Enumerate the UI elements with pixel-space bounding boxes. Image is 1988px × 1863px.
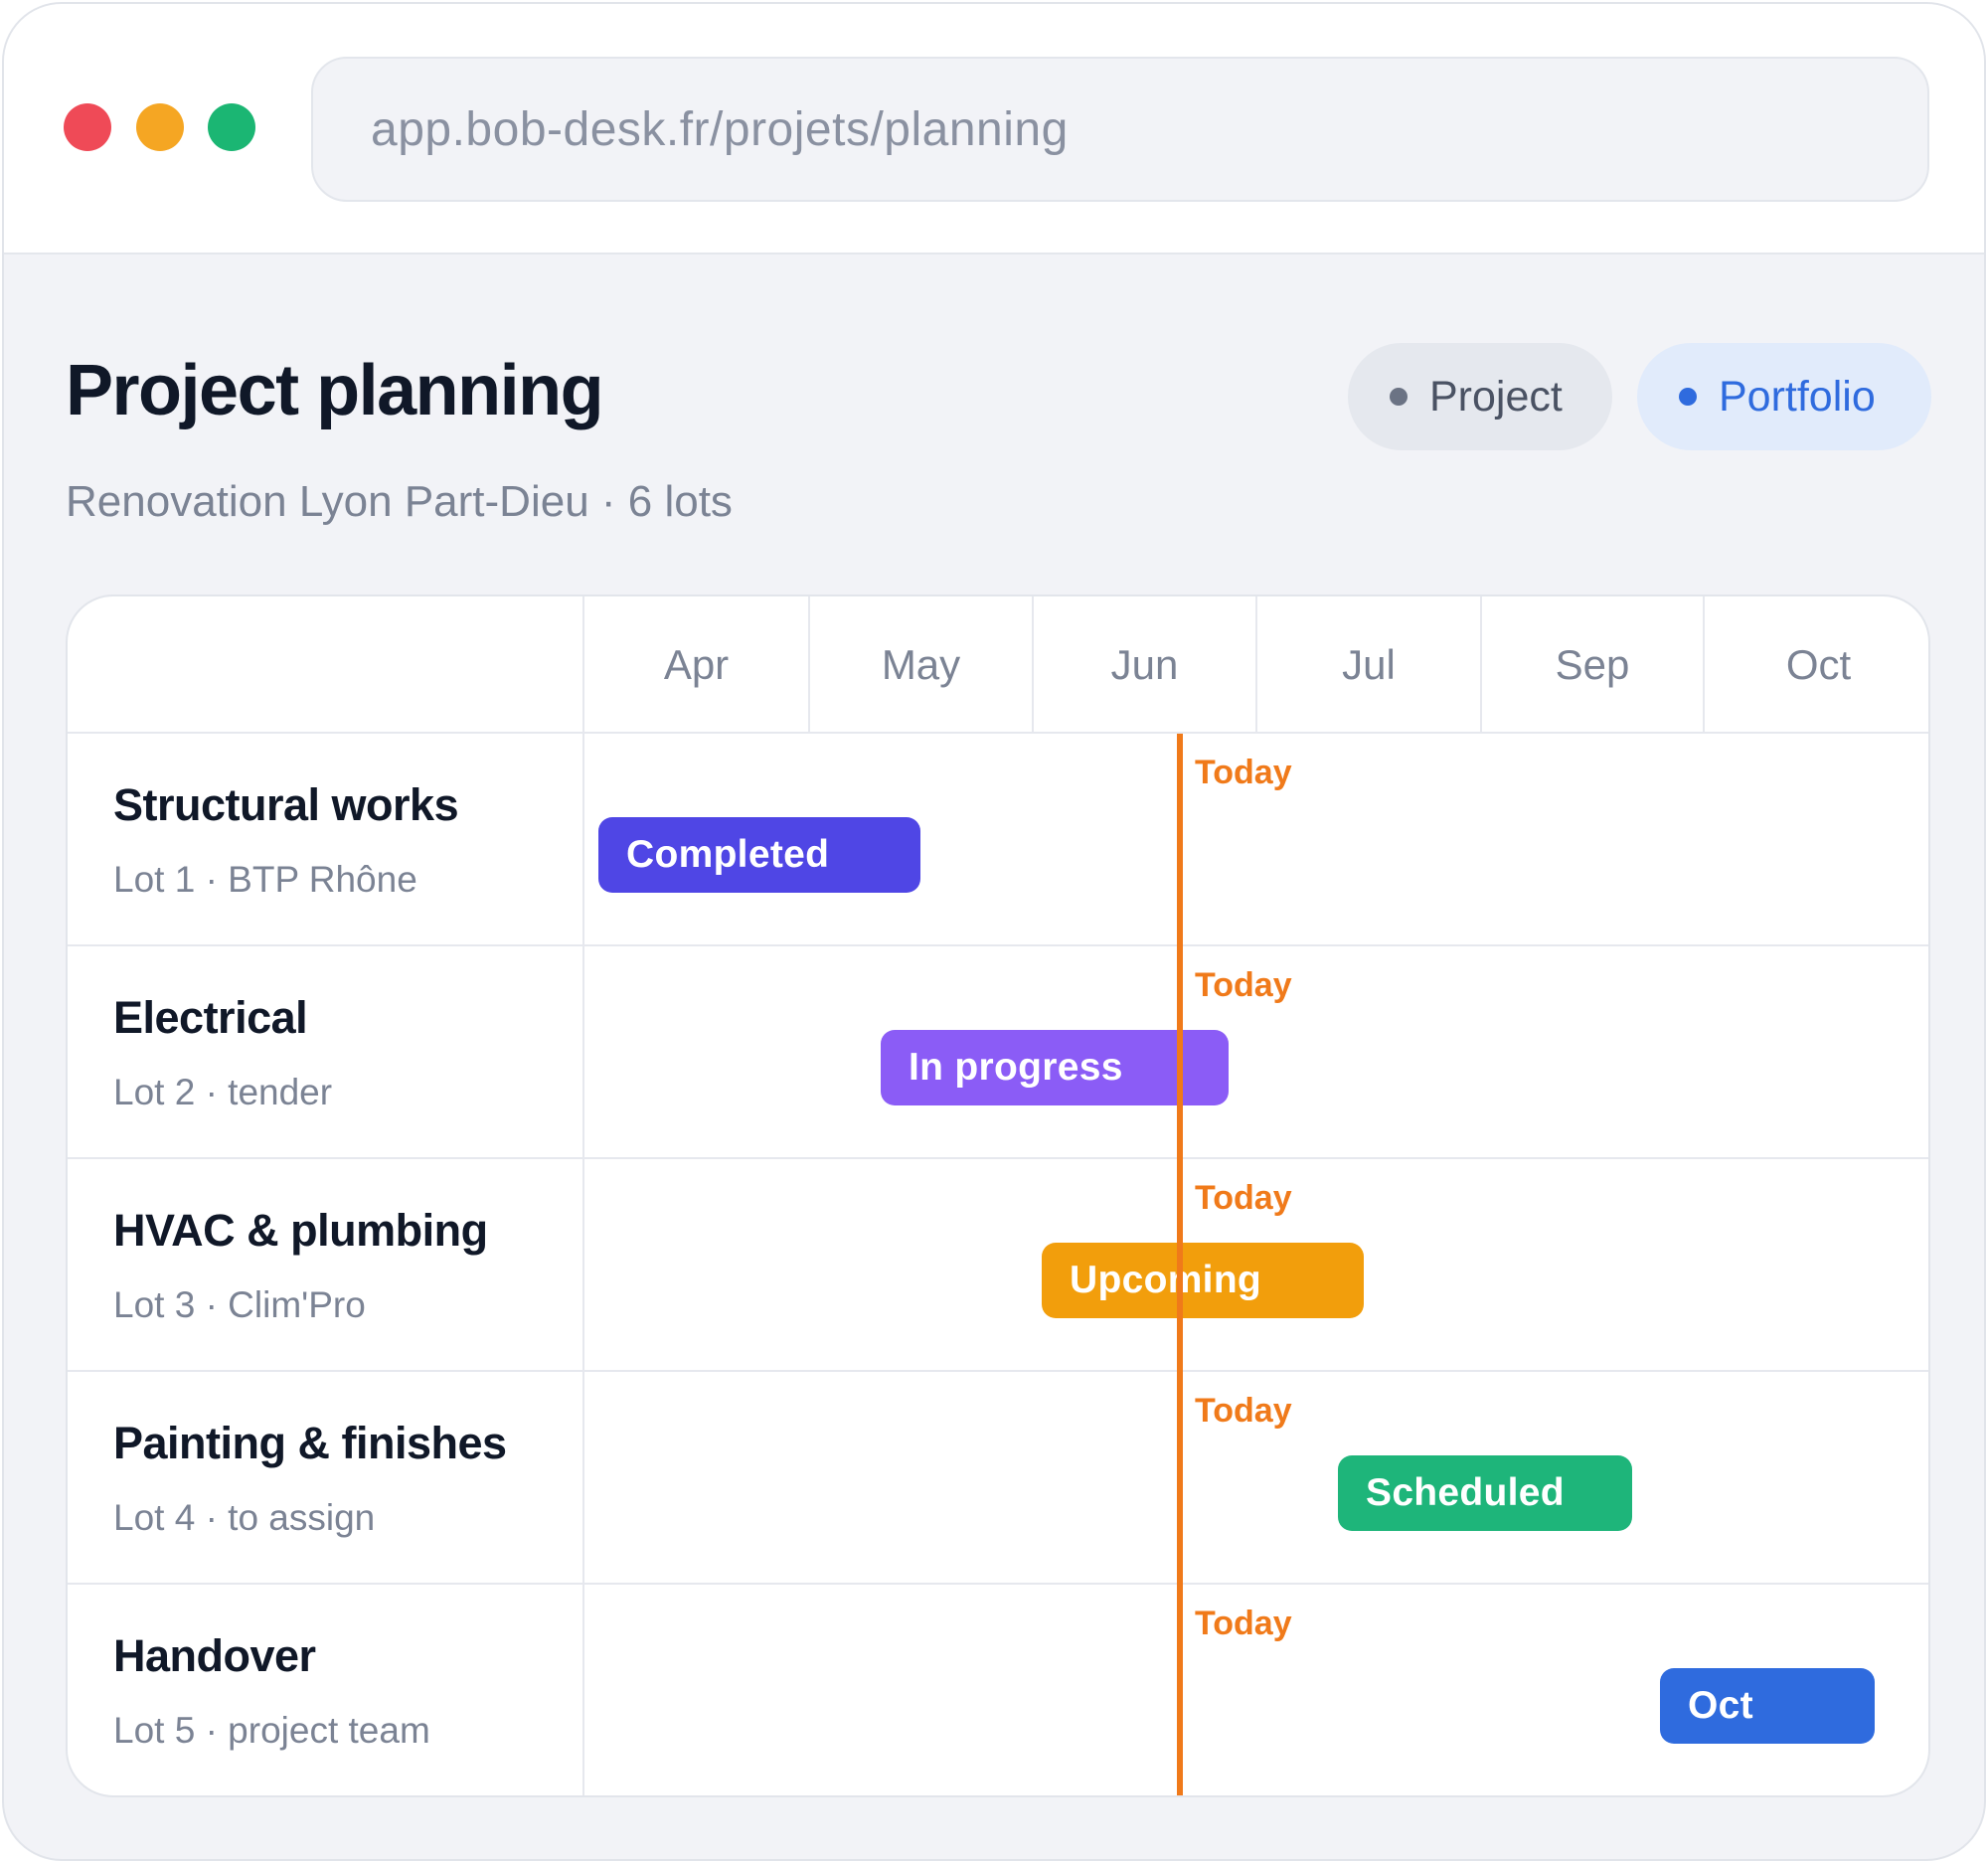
- row-title: Electrical: [113, 992, 308, 1043]
- gantt-row[interactable]: Electrical Lot 2 · tender Today In progr…: [68, 946, 1928, 1159]
- today-marker-line: [1177, 734, 1183, 1795]
- gantt-header: Apr May Jun Jul Sep Oct: [68, 596, 1928, 734]
- dot-icon: [1679, 388, 1697, 406]
- view-toggle-label: Project: [1429, 372, 1563, 421]
- close-window-button[interactable]: [64, 103, 111, 151]
- row-title: HVAC & plumbing: [113, 1205, 488, 1256]
- browser-window: app.bob-desk.fr/projets/planning Project…: [2, 2, 1986, 1861]
- month-header: Sep: [1480, 596, 1703, 734]
- dot-icon: [1390, 388, 1408, 406]
- today-label: Today: [1195, 1179, 1292, 1217]
- view-toggle-project[interactable]: Project: [1348, 343, 1612, 450]
- today-label: Today: [1195, 1392, 1292, 1430]
- gantt-row[interactable]: HVAC & plumbing Lot 3 · Clim'Pro Today U…: [68, 1159, 1928, 1372]
- page-title: Project planning: [66, 351, 604, 430]
- minimize-window-button[interactable]: [136, 103, 184, 151]
- row-title: Structural works: [113, 779, 459, 830]
- today-label: Today: [1195, 1605, 1292, 1642]
- today-label: Today: [1195, 966, 1292, 1004]
- today-label: Today: [1195, 754, 1292, 791]
- row-subtitle: Lot 4 · to assign: [113, 1497, 376, 1538]
- gantt-chart: Apr May Jun Jul Sep Oct Structural works…: [66, 594, 1930, 1797]
- month-header: Jun: [1032, 596, 1255, 734]
- row-title: Handover: [113, 1630, 316, 1681]
- month-header: Oct: [1703, 596, 1928, 734]
- task-bar[interactable]: Upcoming: [1042, 1243, 1364, 1318]
- address-bar[interactable]: app.bob-desk.fr/projets/planning: [311, 57, 1929, 202]
- page-subtitle: Renovation Lyon Part-Dieu · 6 lots: [66, 477, 733, 526]
- address-bar-url: app.bob-desk.fr/projets/planning: [371, 102, 1069, 156]
- maximize-window-button[interactable]: [208, 103, 255, 151]
- browser-titlebar: app.bob-desk.fr/projets/planning: [4, 4, 1984, 254]
- row-subtitle: Lot 1 · BTP Rhône: [113, 859, 417, 900]
- gantt-row[interactable]: Handover Lot 5 · project team Today Oct: [68, 1585, 1928, 1795]
- month-header: Jul: [1255, 596, 1480, 734]
- task-bar[interactable]: Oct: [1660, 1668, 1875, 1744]
- view-toggle-portfolio[interactable]: Portfolio: [1637, 343, 1931, 450]
- task-bar[interactable]: Completed: [598, 817, 920, 893]
- gantt-row[interactable]: Painting & finishes Lot 4 · to assign To…: [68, 1372, 1928, 1585]
- row-title: Painting & finishes: [113, 1418, 507, 1468]
- row-subtitle: Lot 5 · project team: [113, 1710, 430, 1751]
- row-subtitle: Lot 3 · Clim'Pro: [113, 1284, 366, 1325]
- month-header: May: [808, 596, 1032, 734]
- month-header: Apr: [582, 596, 808, 734]
- gantt-row[interactable]: Structural works Lot 1 · BTP Rhône Today…: [68, 734, 1928, 946]
- task-bar[interactable]: Scheduled: [1338, 1455, 1632, 1531]
- row-subtitle: Lot 2 · tender: [113, 1072, 333, 1112]
- view-toggle-label: Portfolio: [1719, 372, 1876, 421]
